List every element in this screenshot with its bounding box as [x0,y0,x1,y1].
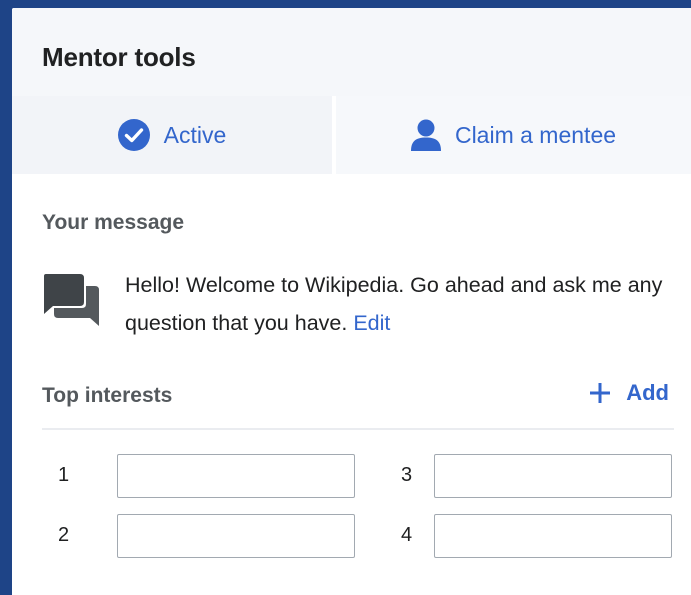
tab-active-label: Active [163,121,227,148]
tab-claim-mentee-label: Claim a mentee [454,121,617,148]
panel-title: Mentor tools [42,42,196,72]
add-interest-label: Add [626,380,669,405]
your-message-heading: Your message [42,211,185,234]
interest-number-2: 2 [58,524,70,546]
tab-active[interactable]: Active [12,96,332,174]
user-icon [410,119,441,151]
speech-bubbles-icon [40,270,100,333]
plus-icon [588,381,612,405]
interest-field-1[interactable] [117,454,355,498]
top-interests-heading: Top interests [42,384,173,407]
check-circle-icon [117,119,150,151]
mentor-message: Hello! Welcome to Wikipedia. Go ahead an… [125,266,670,342]
section-divider [42,428,674,430]
mentor-tools-panel: Mentor tools Active Claim a mentee Your … [12,8,691,595]
add-interest-button[interactable]: Add [588,380,669,406]
interest-number-4: 4 [401,524,413,546]
panel-header: Mentor tools Active Claim a mentee [12,8,691,174]
edit-message-link[interactable]: Edit [353,311,390,335]
mentor-message-text: Hello! Welcome to Wikipedia. Go ahead an… [125,273,663,335]
tab-claim-mentee[interactable]: Claim a mentee [336,96,691,174]
interest-field-4[interactable] [434,514,672,558]
interest-number-3: 3 [401,464,413,486]
interest-field-3[interactable] [434,454,672,498]
interest-number-1: 1 [58,464,70,486]
interest-field-2[interactable] [117,514,355,558]
